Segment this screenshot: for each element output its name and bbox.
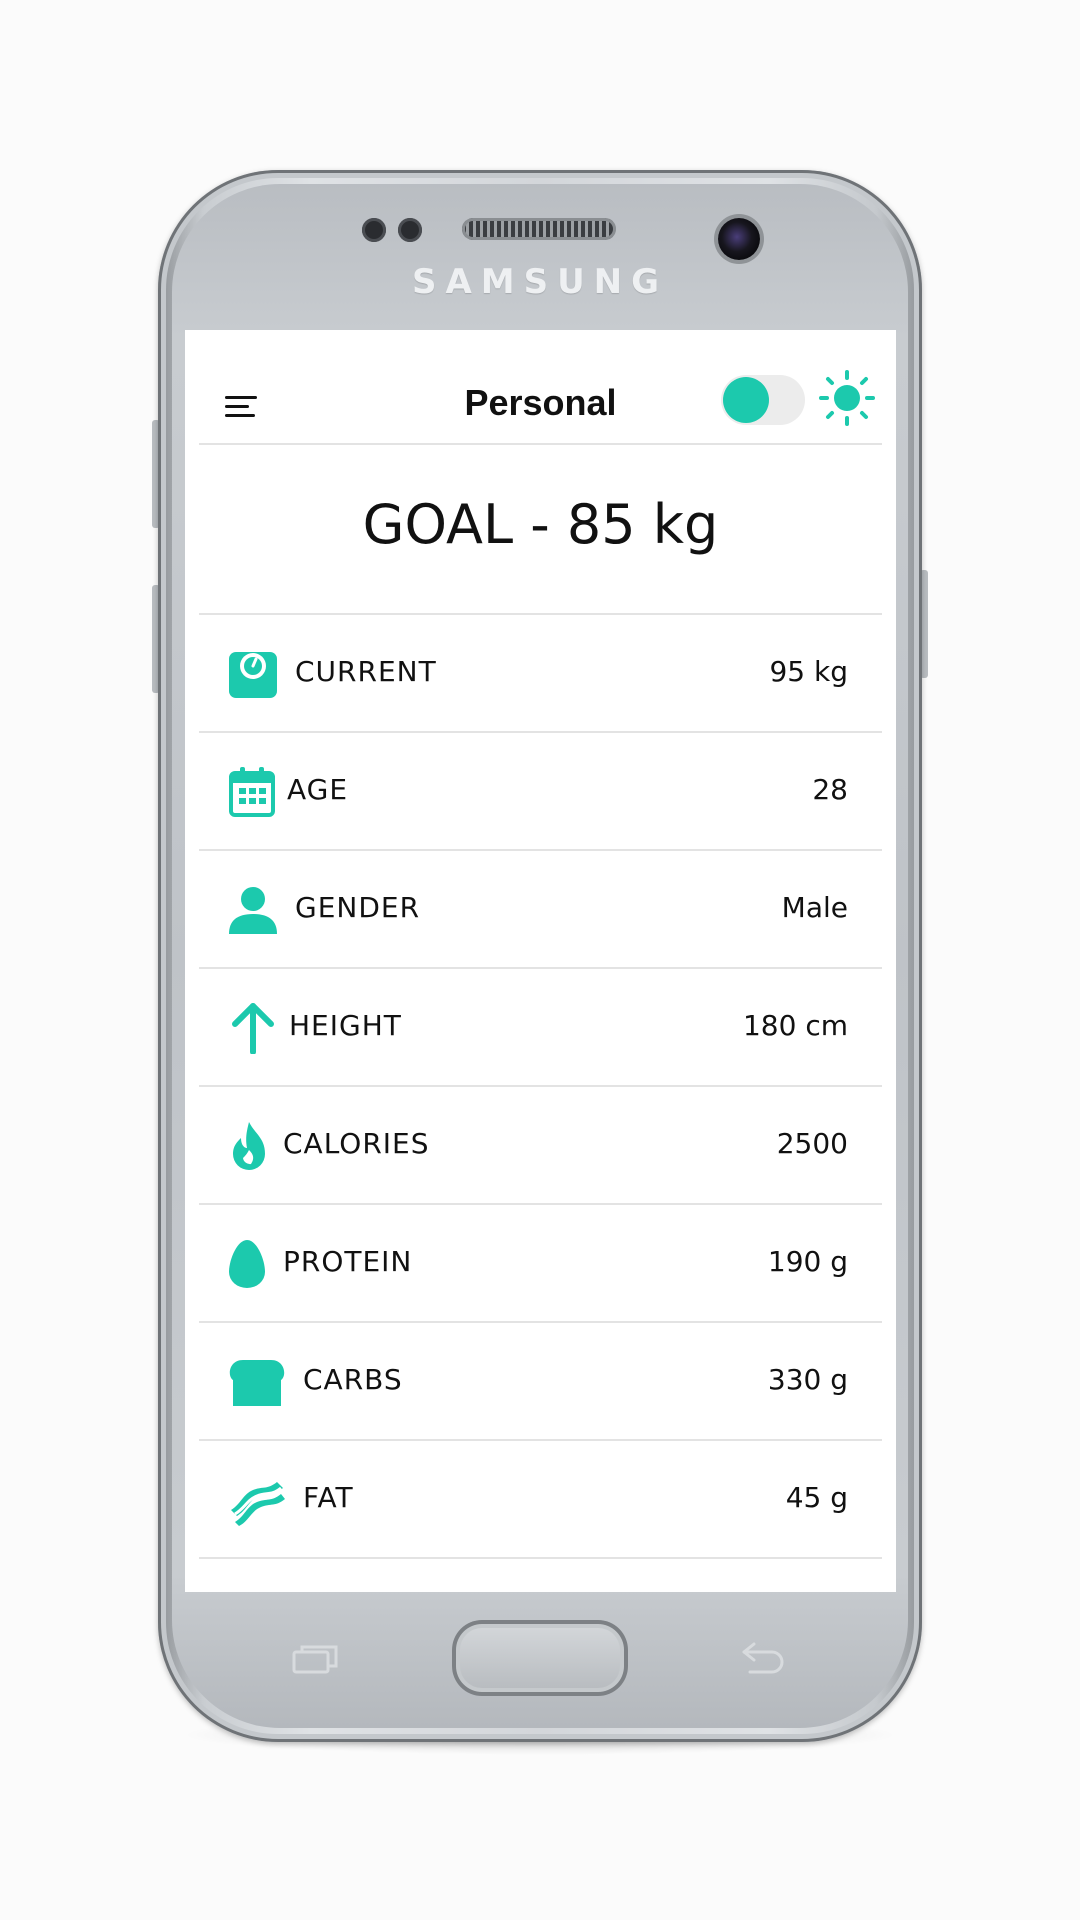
stats-list: CURRENT 95 kg AGE 28 GENDER Male HEIGHT … bbox=[199, 615, 882, 1559]
sensor-dot bbox=[362, 218, 386, 242]
bacon-icon bbox=[231, 1482, 285, 1526]
stat-value: 28 bbox=[812, 773, 848, 806]
scale-icon bbox=[229, 652, 277, 698]
stat-label: AGE bbox=[287, 773, 349, 806]
recent-apps-icon[interactable] bbox=[292, 1644, 338, 1674]
goal-section: GOAL - 85 kg bbox=[199, 443, 882, 615]
egg-icon bbox=[229, 1240, 265, 1288]
sun-icon[interactable] bbox=[819, 370, 875, 426]
stat-row-height[interactable]: HEIGHT 180 cm bbox=[199, 969, 882, 1087]
stat-value: 180 cm bbox=[742, 1009, 848, 1042]
stat-label: PROTEIN bbox=[283, 1245, 413, 1278]
stat-label: CURRENT bbox=[295, 655, 437, 688]
earpiece-speaker bbox=[462, 218, 616, 240]
stat-label: GENDER bbox=[295, 891, 421, 924]
stat-label: HEIGHT bbox=[289, 1009, 402, 1042]
sensor-dot bbox=[398, 218, 422, 242]
back-icon[interactable] bbox=[740, 1640, 786, 1674]
stat-label: CALORIES bbox=[283, 1127, 430, 1160]
stat-label: FAT bbox=[303, 1481, 354, 1514]
stat-value: 95 kg bbox=[769, 655, 848, 688]
stat-value: Male bbox=[781, 891, 848, 924]
arrow-up-icon bbox=[232, 1003, 274, 1054]
stat-row-protein[interactable]: PROTEIN 190 g bbox=[199, 1205, 882, 1323]
stat-label: CARBS bbox=[303, 1363, 403, 1396]
goal-heading: GOAL - 85 kg bbox=[362, 493, 719, 556]
stat-row-gender[interactable]: GENDER Male bbox=[199, 851, 882, 969]
stat-row-age[interactable]: AGE 28 bbox=[199, 733, 882, 851]
app-screen: Personal GOAL - 85 kg CURRENT 95 kg AGE … bbox=[185, 330, 896, 1592]
stat-value: 330 g bbox=[767, 1363, 848, 1396]
flame-icon bbox=[233, 1122, 265, 1170]
stat-row-carbs[interactable]: CARBS 330 g bbox=[199, 1323, 882, 1441]
front-camera bbox=[718, 218, 760, 260]
person-icon bbox=[229, 887, 277, 934]
stat-row-current[interactable]: CURRENT 95 kg bbox=[199, 615, 882, 733]
bread-icon bbox=[229, 1360, 285, 1406]
stat-value: 45 g bbox=[785, 1481, 848, 1514]
toggle-knob bbox=[723, 377, 769, 423]
stat-value: 190 g bbox=[767, 1245, 848, 1278]
stat-row-fat[interactable]: FAT 45 g bbox=[199, 1441, 882, 1559]
theme-toggle[interactable] bbox=[721, 375, 805, 425]
brand-logo: SAMSUNG bbox=[411, 262, 669, 302]
calendar-icon bbox=[229, 767, 275, 817]
top-bar: Personal bbox=[199, 330, 882, 445]
home-button[interactable] bbox=[452, 1620, 628, 1696]
stat-value: 2500 bbox=[776, 1127, 848, 1160]
stat-row-calories[interactable]: CALORIES 2500 bbox=[199, 1087, 882, 1205]
